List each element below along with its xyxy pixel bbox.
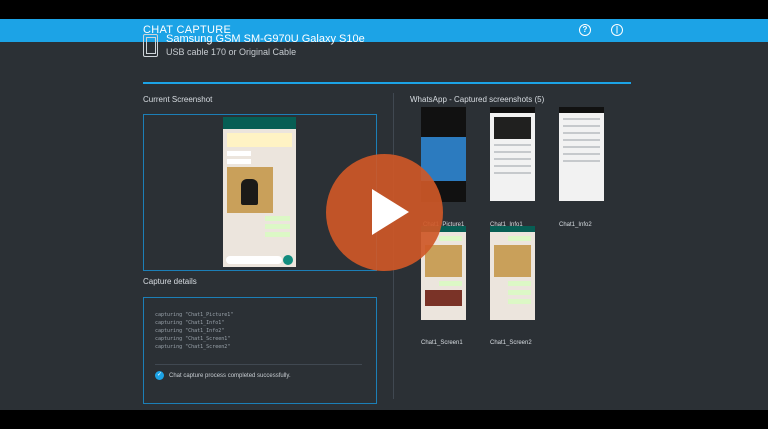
log-line: capturing "Chat1_Info1" <box>155 320 225 326</box>
thumbnail-chat1-screen2[interactable] <box>490 226 535 320</box>
message-bubble <box>265 232 290 237</box>
chat-header <box>223 117 296 129</box>
mic-icon <box>283 255 293 265</box>
log-line: capturing "Chat1_Info2" <box>155 328 225 334</box>
play-icon <box>372 189 409 235</box>
log-line: capturing "Chat1_Screen1" <box>155 336 231 342</box>
title-bar: CHAT CAPTURE ? | <box>0 19 768 42</box>
check-icon: ✓ <box>155 371 164 380</box>
details-separator <box>155 364 362 365</box>
message-bubble <box>227 159 251 164</box>
phone-icon <box>143 34 158 57</box>
video-play-button[interactable] <box>326 154 443 271</box>
header-divider <box>143 82 631 84</box>
message-input <box>226 256 282 264</box>
log-line: capturing "Chat1_Picture1" <box>155 312 234 318</box>
power-icon[interactable]: | <box>611 24 623 36</box>
photo-message <box>227 167 273 213</box>
whatsapp-chat-preview <box>223 117 296 267</box>
thumbnail-chat1-info2[interactable] <box>559 107 604 201</box>
message-bubble <box>265 216 290 221</box>
thumbnail-chat1-info1[interactable] <box>490 107 535 201</box>
device-connection: USB cable 170 or Original Cable <box>166 47 297 57</box>
current-screenshot-heading: Current Screenshot <box>143 95 213 104</box>
encryption-notice <box>227 133 292 147</box>
message-bubble <box>265 224 290 229</box>
thumb-label: Chat1_Screen2 <box>490 340 532 346</box>
capture-log: capturing "Chat1_Picture1" capturing "Ch… <box>155 311 233 351</box>
message-bubble <box>227 151 251 156</box>
capture-details-heading: Capture details <box>143 277 197 286</box>
device-name: Samsung GSM SM-G970U Galaxy S10e <box>166 33 365 45</box>
status-message: Chat capture process completed successfu… <box>169 373 291 379</box>
thumb-label: Chat1_Info2 <box>559 222 592 228</box>
thumb-label: Chat1_Screen1 <box>421 340 463 346</box>
gallery-heading: WhatsApp - Captured screenshots (5) <box>410 95 545 104</box>
log-line: capturing "Chat1_Screen2" <box>155 344 231 350</box>
help-icon[interactable]: ? <box>579 24 591 36</box>
